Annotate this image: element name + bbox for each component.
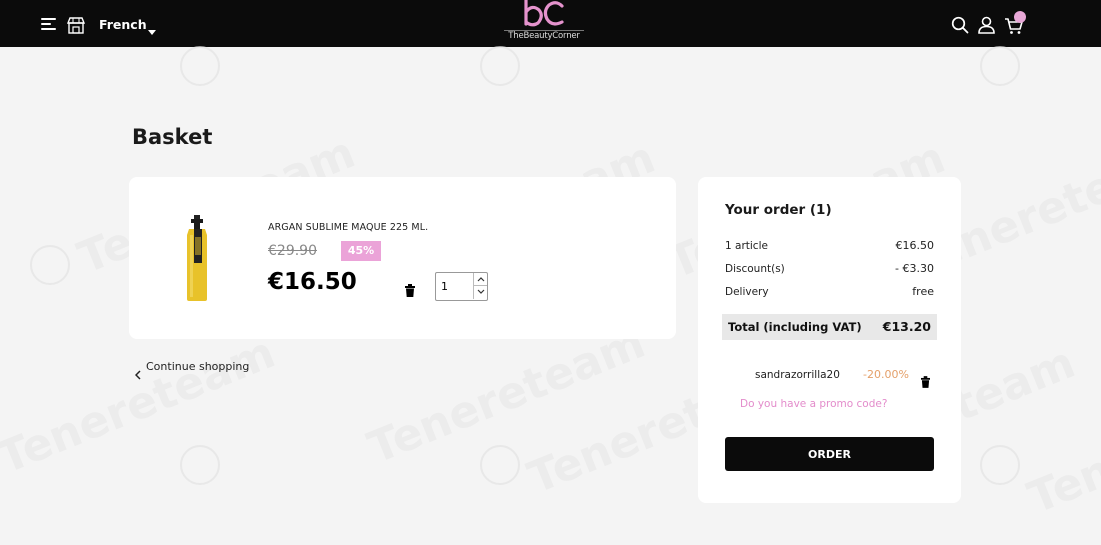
sale-price: €16.50 — [268, 269, 357, 295]
quantity-stepper[interactable] — [435, 272, 488, 301]
product-image[interactable] — [181, 215, 213, 301]
original-price: €29.90 — [268, 243, 317, 259]
user-icon[interactable] — [977, 16, 996, 34]
summary-discount-value: - €3.30 — [895, 262, 934, 275]
summary-articles-label: 1 article — [725, 240, 768, 252]
quantity-input[interactable] — [436, 273, 474, 300]
total-value: €13.20 — [882, 319, 931, 334]
watermark-logo — [180, 46, 220, 86]
summary-articles-value: €16.50 — [895, 239, 935, 252]
watermark-logo — [480, 46, 520, 86]
page-title: Basket — [132, 125, 213, 149]
product-name[interactable]: ARGAN SUBLIME MAQUE 225 ML. — [268, 222, 428, 233]
watermark-logo — [30, 245, 70, 285]
cart-count-badge[interactable] — [1014, 11, 1026, 23]
chevron-up-icon — [477, 277, 485, 282]
chevron-down-icon[interactable] — [148, 30, 156, 35]
remove-promo-trash-icon[interactable] — [921, 376, 930, 388]
order-button[interactable]: ORDER — [725, 437, 934, 471]
watermark: Tenereteam — [1021, 366, 1101, 525]
order-summary-title: Your order (1) — [725, 202, 832, 218]
trash-icon[interactable] — [405, 284, 415, 297]
search-icon[interactable] — [951, 16, 969, 34]
summary-delivery-value: free — [912, 285, 934, 298]
top-navigation-bar: French TheBeautyCorner — [0, 0, 1101, 47]
watermark-logo — [980, 46, 1020, 86]
total-label: Total (including VAT) — [728, 320, 862, 334]
applied-promo-code: sandrazorrilla20 — [755, 369, 840, 381]
chevron-down-icon — [477, 289, 485, 294]
watermark-logo — [980, 445, 1020, 485]
logo-text: TheBeautyCorner — [508, 31, 580, 41]
chevron-left-icon — [135, 370, 141, 380]
site-logo[interactable]: TheBeautyCorner — [498, 0, 590, 46]
total-row: Total (including VAT) €13.20 — [722, 314, 937, 340]
watermark: Tenereteam — [361, 316, 653, 475]
summary-discount-label: Discount(s) — [725, 263, 785, 275]
store-icon[interactable] — [67, 17, 85, 34]
continue-shopping-label: Continue shopping — [146, 360, 250, 373]
watermark-logo — [480, 445, 520, 485]
language-selector[interactable]: French — [99, 17, 147, 32]
logo-mark — [524, 0, 564, 27]
promo-code-link[interactable]: Do you have a promo code? — [740, 398, 887, 410]
quantity-decrease-button[interactable] — [473, 286, 487, 299]
watermark-logo — [180, 445, 220, 485]
order-summary-panel: Your order (1) 1 article €16.50 Discount… — [698, 177, 961, 503]
applied-promo-percent: -20.00% — [863, 368, 909, 381]
watermark: Tenereteam — [0, 326, 283, 485]
basket-item-card: ARGAN SUBLIME MAQUE 225 ML. €29.90 45% €… — [129, 177, 676, 339]
menu-icon[interactable] — [41, 18, 57, 32]
summary-delivery-label: Delivery — [725, 286, 769, 298]
quantity-increase-button[interactable] — [473, 273, 487, 286]
discount-badge: 45% — [341, 241, 381, 261]
